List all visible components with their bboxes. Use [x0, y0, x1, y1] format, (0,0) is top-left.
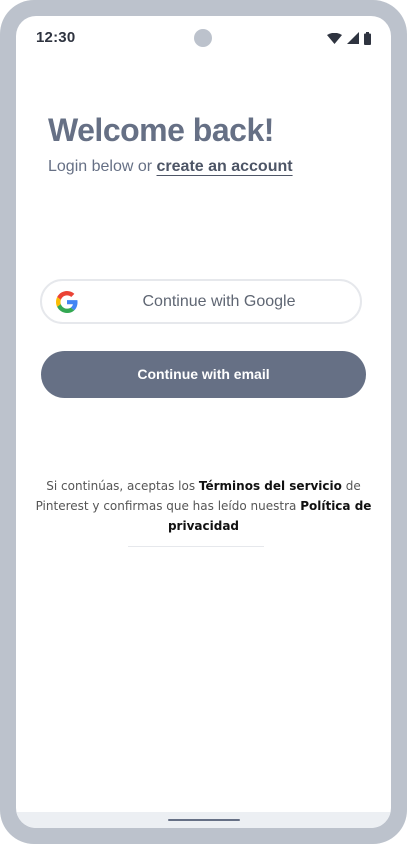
continue-with-email-button[interactable]: Continue with email [41, 351, 366, 398]
login-subtitle: Login below or create an account [48, 158, 293, 176]
cellular-signal-icon [347, 32, 359, 44]
terms-of-service-link[interactable]: Términos del servicio [199, 479, 342, 493]
home-indicator[interactable] [168, 819, 240, 821]
device-frame: 12:30 Welcome back! Login below or creat… [0, 0, 407, 844]
status-time: 12:30 [36, 29, 76, 46]
battery-icon [364, 31, 371, 45]
email-button-label: Continue with email [137, 366, 270, 382]
page-title: Welcome back! [48, 112, 274, 148]
phone-screen: 12:30 Welcome back! Login below or creat… [16, 16, 391, 828]
create-account-link[interactable]: create an account [157, 158, 293, 175]
legal-divider [128, 546, 264, 547]
subtitle-text: Login below or [48, 158, 157, 175]
camera-cutout [194, 29, 212, 47]
status-bar: 12:30 [16, 16, 391, 60]
google-g-icon [56, 291, 78, 313]
navigation-bar [16, 812, 391, 828]
legal-text-1: Si continúas, aceptas los [46, 479, 199, 493]
google-button-label: Continue with Google [142, 293, 296, 310]
legal-disclaimer: Si continúas, aceptas los Términos del s… [30, 476, 377, 536]
continue-with-google-button[interactable]: Continue with Google [40, 279, 362, 324]
status-icons [327, 31, 371, 45]
wifi-icon [327, 32, 342, 44]
